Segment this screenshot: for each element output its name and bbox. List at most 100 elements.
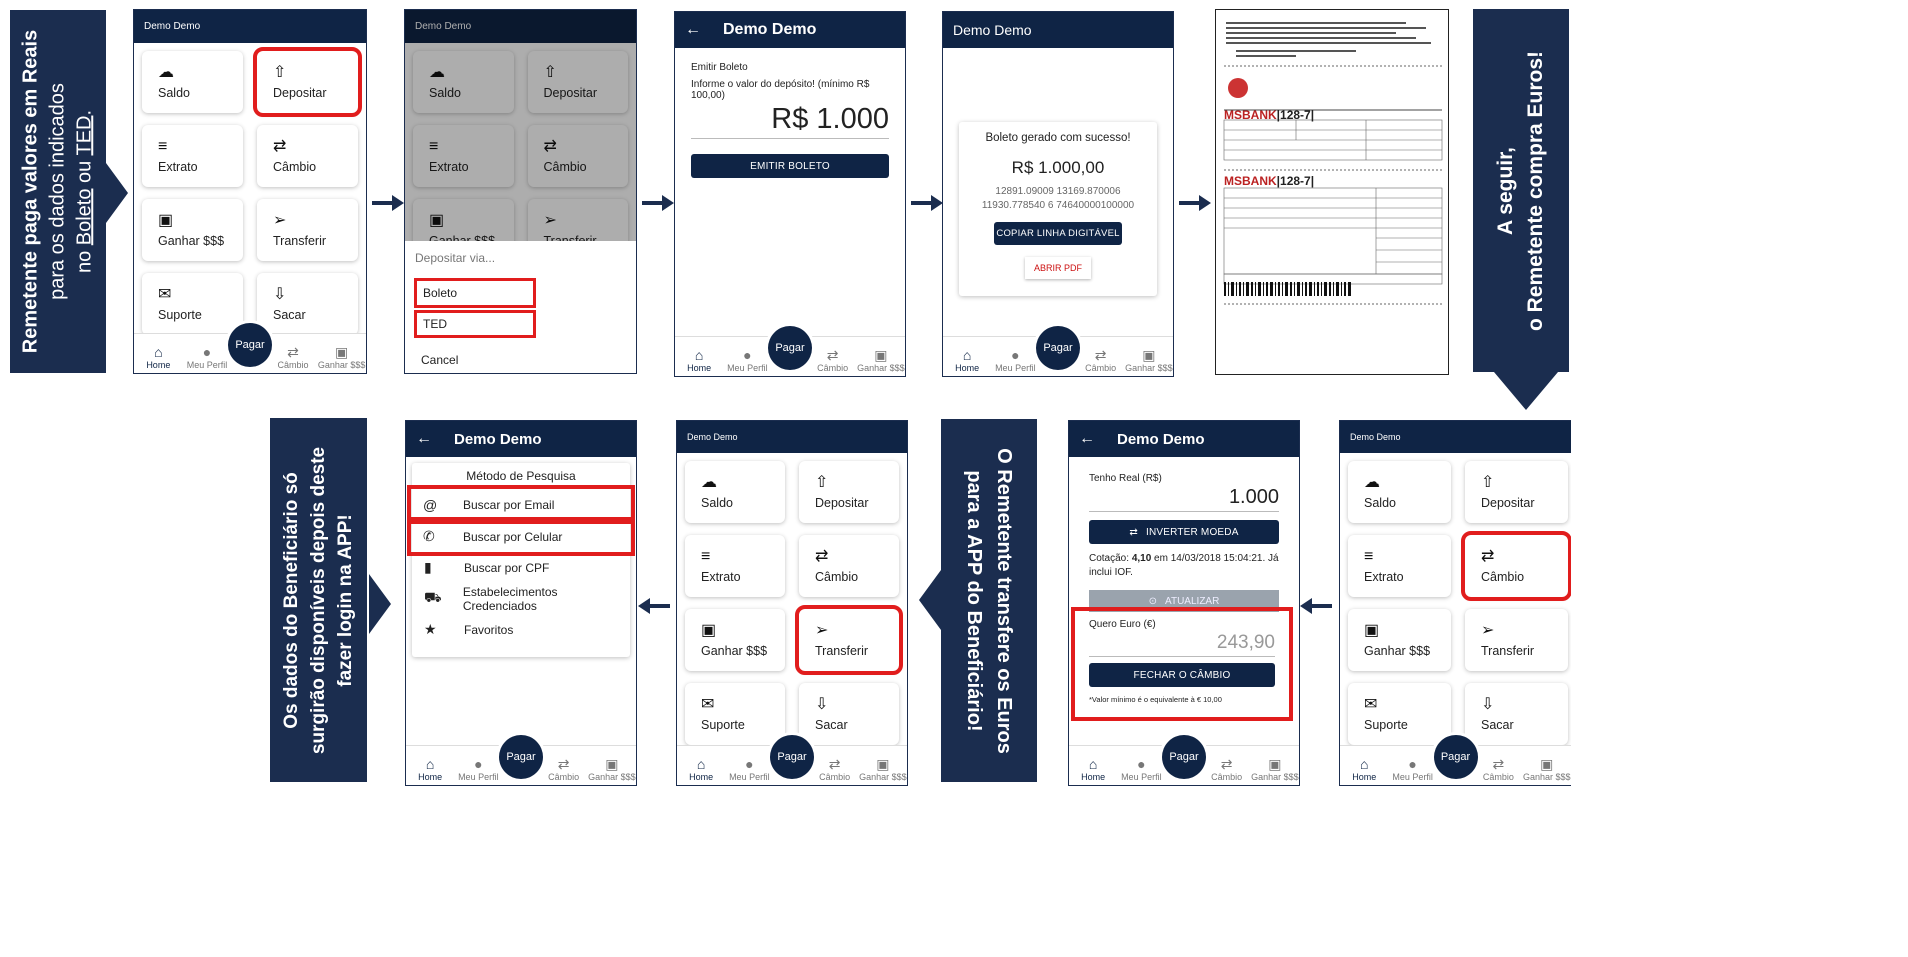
nav-perfil[interactable]: ● Meu Perfil bbox=[454, 756, 502, 782]
label-informe: Informe o valor do depósito! (mínimo R$ … bbox=[691, 79, 870, 101]
tile-suporte[interactable]: ✉ Suporte bbox=[142, 273, 243, 335]
nav-home[interactable]: ⌂ Home bbox=[943, 347, 991, 373]
nav-cambio[interactable]: ⇄ Câmbio bbox=[540, 756, 588, 782]
tile-suporte[interactable]: ✉ Suporte bbox=[685, 683, 785, 745]
cloud-icon: ☁ bbox=[701, 473, 717, 491]
nav-cambio[interactable]: ⇄ Câmbio bbox=[1077, 347, 1125, 373]
banner-text: fazer login na APP! bbox=[335, 513, 356, 687]
nav-home[interactable]: ⌂ Home bbox=[406, 756, 454, 782]
nav-ganhar[interactable]: ▣ Ganhar $$$ bbox=[317, 344, 366, 370]
sheet-title: Depositar via... bbox=[415, 251, 496, 265]
tile-sacar[interactable]: ⇩ Sacar bbox=[799, 683, 899, 745]
pagar-button[interactable]: Pagar bbox=[1433, 735, 1478, 779]
amount-input[interactable]: R$ 1.000 bbox=[691, 101, 889, 139]
pagar-button[interactable]: Pagar bbox=[770, 735, 814, 779]
banner-text: A seguir, bbox=[1494, 146, 1518, 235]
pagar-button[interactable]: Pagar bbox=[228, 323, 272, 367]
banner-text: o Remetente compra Euros! bbox=[1524, 50, 1548, 331]
nav-ganhar[interactable]: ▣ Ganhar $$$ bbox=[859, 756, 907, 782]
nav-home[interactable]: ⌂ Home bbox=[675, 347, 723, 373]
flow-arrow bbox=[1300, 598, 1332, 614]
list-icon: ≡ bbox=[701, 547, 711, 565]
fechar-cambio-button[interactable]: FECHAR O CÂMBIO bbox=[1089, 663, 1275, 687]
tenho-input[interactable]: 1.000 bbox=[1089, 484, 1279, 512]
nav-cambio[interactable]: ⇄ Câmbio bbox=[269, 344, 318, 370]
favoritos-option[interactable]: ★ Favoritos bbox=[412, 614, 630, 645]
copiar-linha-button[interactable]: COPIAR LINHA DIGITÁVEL bbox=[994, 222, 1122, 245]
tile-transferir[interactable]: ➢Transferir bbox=[795, 605, 903, 675]
tile-transferir[interactable]: ➢Transferir bbox=[1465, 609, 1568, 671]
nav-perfil[interactable]: ● Meu Perfil bbox=[991, 347, 1039, 373]
tile-ganhar[interactable]: ▣Ganhar $$$ bbox=[1348, 609, 1451, 671]
nav-ganhar[interactable]: ▣ Ganhar $$$ bbox=[1125, 347, 1173, 373]
home-icon: ⌂ bbox=[694, 347, 704, 363]
banner-arrow bbox=[106, 163, 128, 223]
tile-saldo[interactable]: ☁ Saldo bbox=[142, 51, 243, 113]
nav-ganhar[interactable]: ▣ Ganhar $$$ bbox=[1523, 756, 1571, 782]
tile-depositar[interactable]: ⇧ Depositar bbox=[1465, 461, 1568, 523]
tile-extrato[interactable]: ≡ Extrato bbox=[142, 125, 243, 187]
pagar-button[interactable]: Pagar bbox=[1162, 735, 1206, 779]
nav-home[interactable]: ⌂ Home bbox=[677, 756, 725, 782]
list-icon: ≡ bbox=[1364, 547, 1374, 565]
tile-suporte[interactable]: ✉ Suporte bbox=[1348, 683, 1451, 745]
tile-sacar[interactable]: ⇩ Sacar bbox=[257, 273, 358, 335]
phone-deposit-sheet: Demo Demo ☁ Saldo ⇧ Depositar ≡ Extrato ⇄ Câ… bbox=[404, 9, 637, 374]
back-arrow-icon[interactable]: ← bbox=[416, 430, 432, 448]
nav-ganhar[interactable]: ▣ Ganhar $$$ bbox=[857, 347, 905, 373]
tile-ganhar[interactable]: ▣Ganhar $$$ bbox=[142, 199, 243, 261]
emitir-boleto-button[interactable]: EMITIR BOLETO bbox=[691, 154, 889, 178]
tile-cambio[interactable]: ⇄ Câmbio bbox=[1461, 531, 1571, 601]
inverter-moeda-button[interactable]: ⇄ INVERTER MOEDA bbox=[1089, 520, 1279, 544]
nav-cambio[interactable]: ⇄ Câmbio bbox=[1203, 756, 1251, 782]
pagar-button[interactable]: Pagar bbox=[499, 735, 543, 779]
nav-cambio[interactable]: ⇄ Câmbio bbox=[811, 756, 859, 782]
nav-perfil[interactable]: ● Meu Perfil bbox=[1117, 756, 1165, 782]
banner-arrow bbox=[369, 574, 391, 634]
swap-icon: ⇄ bbox=[826, 347, 839, 363]
send-icon: ➢ bbox=[815, 621, 829, 639]
cancel-option[interactable]: Cancel bbox=[415, 345, 626, 373]
nav-perfil[interactable]: ● Meu Perfil bbox=[183, 344, 232, 370]
tile-ganhar[interactable]: ▣Ganhar $$$ bbox=[685, 609, 785, 671]
option-ted[interactable]: TED bbox=[414, 310, 536, 338]
tile-saldo[interactable]: ☁ Saldo bbox=[685, 461, 785, 523]
atualizar-button[interactable]: ⊙ ATUALIZAR bbox=[1089, 590, 1279, 612]
nav-perfil[interactable]: ● Meu Perfil bbox=[1388, 756, 1436, 782]
tile-cambio[interactable]: ⇄ Câmbio bbox=[799, 535, 899, 597]
swap-icon: ⇄ bbox=[273, 137, 287, 155]
pagar-button[interactable]: Pagar bbox=[1036, 326, 1080, 370]
nav-perfil[interactable]: ● Meu Perfil bbox=[723, 347, 771, 373]
pagar-button[interactable]: Pagar bbox=[768, 326, 812, 370]
tile-extrato[interactable]: ≡ Extrato bbox=[685, 535, 785, 597]
success-message: Boleto gerado com sucesso! bbox=[985, 132, 1131, 144]
tile-extrato[interactable]: ≡ Extrato bbox=[1348, 535, 1451, 597]
nav-cambio[interactable]: ⇄ Câmbio bbox=[809, 347, 857, 373]
buscar-celular-option[interactable]: ✆ Buscar por Celular bbox=[407, 517, 635, 556]
abrir-pdf-button[interactable]: ABRIR PDF bbox=[1025, 257, 1091, 279]
tile-depositar[interactable]: ⇧ Depositar bbox=[253, 47, 362, 117]
nav-perfil[interactable]: ● Meu Perfil bbox=[725, 756, 773, 782]
cloud-upload-icon: ⇧ bbox=[815, 473, 829, 491]
quero-input[interactable]: 243,90 bbox=[1089, 630, 1275, 657]
nav-cambio[interactable]: ⇄ Câmbio bbox=[1474, 756, 1522, 782]
tile-sacar[interactable]: ⇩ Sacar bbox=[1465, 683, 1568, 745]
back-arrow-icon[interactable]: ← bbox=[1079, 430, 1095, 448]
nav-home[interactable]: ⌂ Home bbox=[134, 344, 183, 370]
buscar-email-option[interactable]: @ Buscar por Email bbox=[407, 485, 635, 524]
nav-ganhar[interactable]: ▣ Ganhar $$$ bbox=[588, 756, 636, 782]
option-boleto[interactable]: Boleto bbox=[414, 278, 536, 308]
estabelecimentos-option[interactable]: ⛟ Estabelecimentos Credenciados bbox=[412, 583, 630, 614]
nav-ganhar[interactable]: ▣ Ganhar $$$ bbox=[1251, 756, 1299, 782]
tile-saldo[interactable]: ☁ Saldo bbox=[1348, 461, 1451, 523]
tile-cambio[interactable]: ⇄ Câmbio bbox=[257, 125, 358, 187]
tile-transferir[interactable]: ➢Transferir bbox=[257, 199, 358, 261]
tile-depositar[interactable]: ⇧ Depositar bbox=[799, 461, 899, 523]
flow-arrow bbox=[911, 195, 943, 211]
nav-home[interactable]: ⌂ Home bbox=[1340, 756, 1388, 782]
back-arrow-icon[interactable]: ← bbox=[685, 21, 701, 39]
phone-icon: ✆ bbox=[423, 528, 435, 544]
nav-home[interactable]: ⌂ Home bbox=[1069, 756, 1117, 782]
swap-icon: ⇄ bbox=[828, 756, 841, 772]
buscar-cpf-option[interactable]: ▮ Buscar por CPF bbox=[412, 552, 630, 583]
